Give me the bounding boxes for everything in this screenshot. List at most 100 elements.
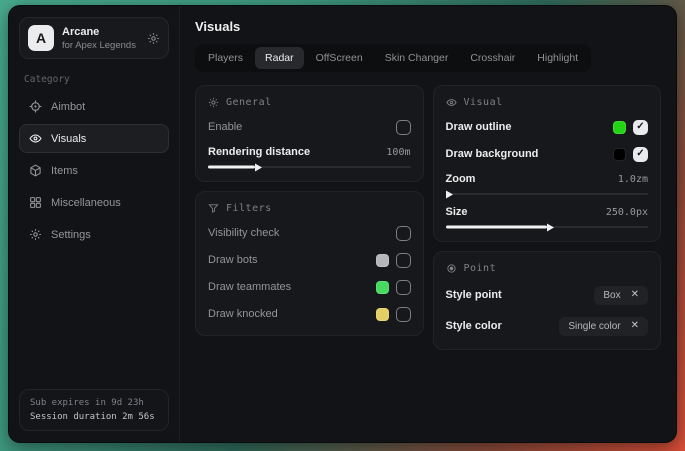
outline-color-swatch[interactable] xyxy=(613,121,626,134)
sidebar-item-settings[interactable]: Settings xyxy=(19,220,169,249)
tag-value: Box xyxy=(603,290,620,301)
slider-value: 250.0px xyxy=(606,207,648,218)
sidebar-nav: Aimbot Visuals Items xyxy=(19,92,169,249)
slider-thumb[interactable] xyxy=(446,190,453,198)
app-subtitle: for Apex Legends xyxy=(62,40,136,51)
sidebar-item-label: Aimbot xyxy=(51,101,85,113)
visibility-check-checkbox[interactable] xyxy=(396,226,411,241)
size-slider[interactable] xyxy=(446,226,649,228)
teammates-color-swatch[interactable] xyxy=(376,281,389,294)
draw-bots-checkbox[interactable] xyxy=(396,253,411,268)
setting-label: Draw teammates xyxy=(208,281,291,293)
setting-label: Rendering distance xyxy=(208,146,310,158)
tab-crosshair[interactable]: Crosshair xyxy=(460,47,525,69)
slider-thumb[interactable] xyxy=(547,223,554,231)
draw-outline-checkbox[interactable]: ✓ xyxy=(633,120,648,135)
background-color-swatch[interactable] xyxy=(613,148,626,161)
panel-title: Point xyxy=(464,263,497,274)
point-icon xyxy=(446,263,457,274)
sidebar-item-label: Settings xyxy=(51,229,91,241)
tab-highlight[interactable]: Highlight xyxy=(527,47,588,69)
setting-row-size: Size 250.0px xyxy=(446,206,649,228)
funnel-icon xyxy=(208,203,219,214)
enable-checkbox[interactable] xyxy=(396,120,411,135)
setting-row-draw-background: Draw background ✓ xyxy=(446,146,649,162)
tab-skin-changer[interactable]: Skin Changer xyxy=(375,47,459,69)
panel-title: Visual xyxy=(464,97,503,108)
setting-label: Style point xyxy=(446,289,502,301)
cube-icon xyxy=(29,164,42,177)
crosshair-icon xyxy=(29,100,42,113)
profile-gear-icon[interactable] xyxy=(147,32,160,45)
setting-label: Draw outline xyxy=(446,121,512,133)
session-duration-text: Session duration 2m 56s xyxy=(30,412,158,422)
tab-bar: Players Radar OffScreen Skin Changer Cro… xyxy=(195,44,591,72)
subscription-info-card: Sub expires in 9d 23h Session duration 2… xyxy=(19,389,169,431)
panel-title: General xyxy=(226,97,272,108)
category-label: Category xyxy=(24,74,164,85)
sidebar-item-items[interactable]: Items xyxy=(19,156,169,185)
point-panel: Point Style point Box ✕ Style color xyxy=(433,251,662,350)
setting-row-rendering-distance: Rendering distance 100m xyxy=(208,146,411,168)
sidebar-item-label: Miscellaneous xyxy=(51,197,121,209)
tab-players[interactable]: Players xyxy=(198,47,253,69)
filters-panel: Filters Visibility check Draw bots xyxy=(195,191,424,336)
tag-value: Single color xyxy=(568,321,620,332)
sidebar-item-label: Items xyxy=(51,165,78,177)
slider-thumb[interactable] xyxy=(255,163,262,171)
eye-icon xyxy=(29,132,42,145)
check-icon: ✓ xyxy=(636,149,644,159)
sidebar-item-visuals[interactable]: Visuals xyxy=(19,124,169,153)
general-panel: General Enable Rendering distance 100m xyxy=(195,85,424,182)
slider-value: 1.0zm xyxy=(618,174,648,185)
setting-row-draw-bots: Draw bots xyxy=(208,252,411,268)
check-icon: ✓ xyxy=(636,122,644,132)
setting-label: Draw background xyxy=(446,148,539,160)
setting-row-draw-teammates: Draw teammates xyxy=(208,279,411,295)
setting-row-visibility-check: Visibility check xyxy=(208,225,411,241)
grid-icon xyxy=(29,196,42,209)
remove-tag-icon[interactable]: ✕ xyxy=(631,321,639,331)
panels-grid: General Enable Rendering distance 100m xyxy=(195,85,661,350)
setting-label: Draw knocked xyxy=(208,308,278,320)
setting-row-style-color: Style color Single color ✕ xyxy=(446,316,649,336)
eye-icon xyxy=(446,97,457,108)
bots-color-swatch[interactable] xyxy=(376,254,389,267)
draw-teammates-checkbox[interactable] xyxy=(396,280,411,295)
gear-icon xyxy=(29,228,42,241)
draw-background-checkbox[interactable]: ✓ xyxy=(633,147,648,162)
app-name: Arcane xyxy=(62,26,136,38)
panel-title: Filters xyxy=(226,203,272,214)
desktop-background: A Arcane for Apex Legends Category xyxy=(0,0,685,451)
sun-icon xyxy=(208,97,219,108)
sidebar-item-aimbot[interactable]: Aimbot xyxy=(19,92,169,121)
style-color-tag[interactable]: Single color ✕ xyxy=(559,317,648,336)
app-logo: A xyxy=(28,25,54,51)
sidebar-item-miscellaneous[interactable]: Miscellaneous xyxy=(19,188,169,217)
tab-radar[interactable]: Radar xyxy=(255,47,304,69)
sidebar: A Arcane for Apex Legends Category xyxy=(9,6,180,442)
sidebar-item-label: Visuals xyxy=(51,133,86,145)
setting-row-style-point: Style point Box ✕ xyxy=(446,285,649,305)
draw-knocked-checkbox[interactable] xyxy=(396,307,411,322)
knocked-color-swatch[interactable] xyxy=(376,308,389,321)
page-title: Visuals xyxy=(195,19,661,34)
remove-tag-icon[interactable]: ✕ xyxy=(631,290,639,300)
setting-label: Size xyxy=(446,206,468,218)
rendering-distance-slider[interactable] xyxy=(208,166,411,168)
setting-label: Zoom xyxy=(446,173,476,185)
slider-value: 100m xyxy=(386,147,410,158)
visual-panel: Visual Draw outline ✓ Draw background xyxy=(433,85,662,242)
setting-row-draw-knocked: Draw knocked xyxy=(208,306,411,322)
setting-row-enable: Enable xyxy=(208,119,411,135)
app-window: A Arcane for Apex Legends Category xyxy=(8,5,677,443)
tab-offscreen[interactable]: OffScreen xyxy=(306,47,373,69)
setting-row-zoom: Zoom 1.0zm xyxy=(446,173,649,195)
setting-label: Style color xyxy=(446,320,502,332)
setting-label: Visibility check xyxy=(208,227,279,239)
zoom-slider[interactable] xyxy=(446,193,649,195)
sub-expires-text: Sub expires in 9d 23h xyxy=(30,398,158,408)
profile-card: A Arcane for Apex Legends xyxy=(19,17,169,59)
style-point-tag[interactable]: Box ✕ xyxy=(594,286,648,305)
setting-row-draw-outline: Draw outline ✓ xyxy=(446,119,649,135)
